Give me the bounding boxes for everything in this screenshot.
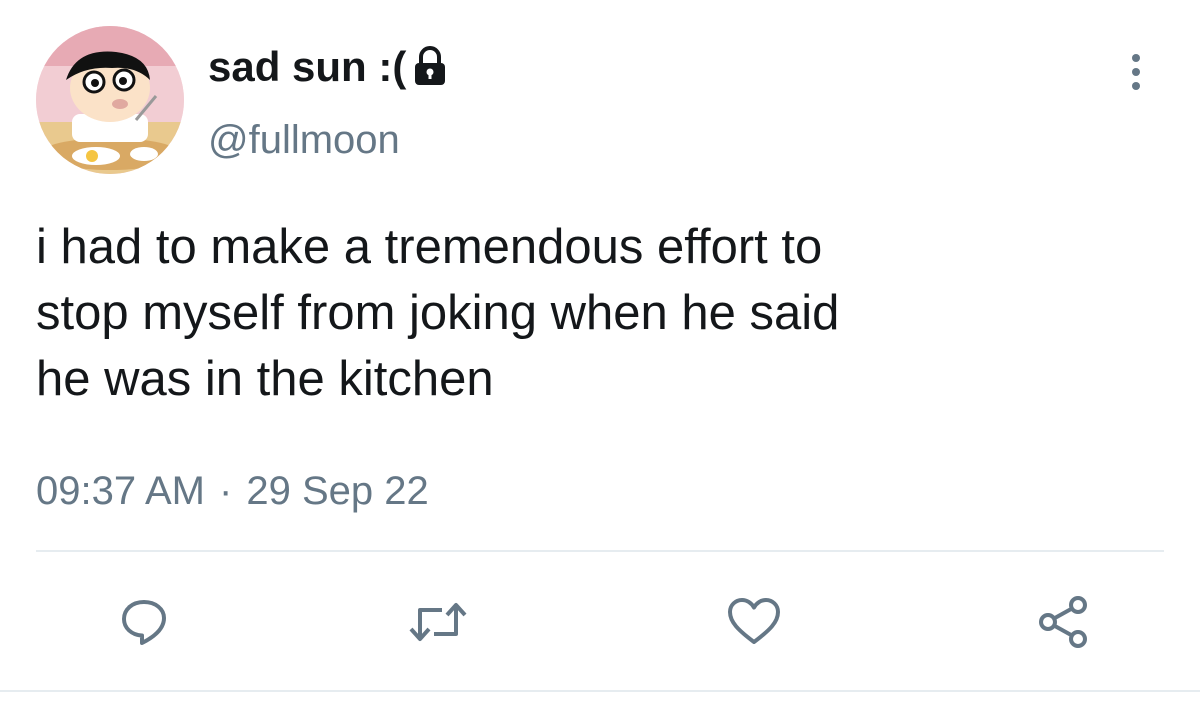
reply-button[interactable]: [112, 590, 176, 654]
retweet-button[interactable]: [406, 590, 470, 654]
share-button[interactable]: [1032, 590, 1096, 654]
lock-icon: [410, 45, 450, 89]
tweet-date: 29 Sep 22: [246, 469, 429, 513]
share-icon: [1039, 596, 1087, 648]
more-options-icon[interactable]: [1118, 50, 1154, 94]
avatar[interactable]: [36, 26, 184, 174]
tweet-text: i had to make a tremendous effort to sto…: [36, 220, 840, 406]
tweet-timestamp[interactable]: 09:37 AM · 29 Sep 22: [36, 466, 429, 516]
tweet-time: 09:37 AM: [36, 469, 206, 513]
retweet-icon: [409, 603, 467, 641]
display-name-text: sad sun :(: [208, 43, 407, 90]
display-name[interactable]: sad sun :(: [208, 42, 450, 92]
tweet-card: sad sun :( @fullmoon i had to make a tre…: [0, 0, 1200, 710]
avatar-image: [36, 26, 184, 174]
divider: [0, 690, 1200, 692]
like-button[interactable]: [722, 590, 786, 654]
heart-icon: [728, 598, 780, 644]
divider: [36, 550, 1164, 552]
user-handle[interactable]: @fullmoon: [208, 116, 400, 164]
meta-separator: ·: [219, 469, 233, 513]
reply-icon: [122, 600, 166, 645]
